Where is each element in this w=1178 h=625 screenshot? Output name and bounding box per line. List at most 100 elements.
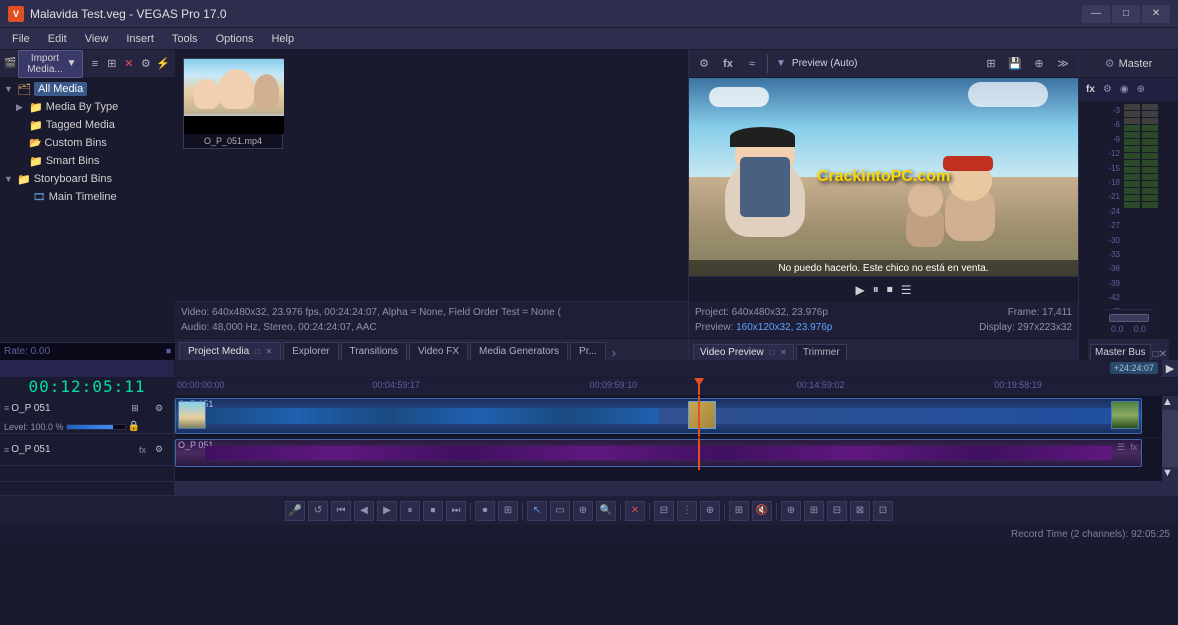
track1-fx-btn[interactable]: ⊞ <box>124 397 146 419</box>
audio-clip-main[interactable]: O_P 051 fx ☰ <box>175 439 1142 467</box>
menu-help[interactable]: Help <box>263 31 302 47</box>
mute-btn[interactable]: 🔇 <box>752 501 772 521</box>
menu-options[interactable]: Options <box>208 31 262 47</box>
media-thumbnail[interactable]: O_P_051.mp4 <box>183 58 283 149</box>
preview-snap-btn[interactable]: ⊞ <box>980 53 1002 75</box>
video-clip-main[interactable]: O_P 051 <box>175 398 1142 434</box>
h-scroll-track[interactable] <box>175 482 1178 495</box>
menu-tools[interactable]: Tools <box>164 31 206 47</box>
mixer-gear-icon[interactable]: ⚙ <box>1100 83 1115 96</box>
tab-explorer[interactable]: Explorer <box>283 342 338 360</box>
tab-more[interactable]: Pr... <box>570 342 606 360</box>
tab-media-generators[interactable]: Media Generators <box>470 342 568 360</box>
tree-item-all-media[interactable]: ▼ 🗂 All Media <box>0 80 175 98</box>
ripple-btn[interactable]: ⋮ <box>677 501 697 521</box>
preview-eq-btn[interactable]: ≈ <box>741 53 763 75</box>
level-bar[interactable] <box>66 424 126 430</box>
master-bus-tab[interactable]: Master Bus <box>1090 344 1151 360</box>
tree-item-main-timeline[interactable]: 🎞 Main Timeline <box>0 188 175 206</box>
tb-icon2[interactable]: ⊞ <box>104 53 119 75</box>
select-btn[interactable]: ▭ <box>550 501 570 521</box>
tab-close-icon[interactable]: □ <box>255 347 260 356</box>
tree-item-media-by-type[interactable]: ▶ 📁 Media By Type <box>0 98 175 116</box>
snap-btn[interactable]: ⊟ <box>654 501 674 521</box>
tab-project-media[interactable]: Project Media □ ✕ <box>179 342 281 360</box>
mixer-fx-btn[interactable]: fx <box>1083 83 1098 96</box>
play-btn[interactable]: ▶ <box>377 501 397 521</box>
tab-trimmer[interactable]: Trimmer <box>796 344 847 360</box>
prev-btn[interactable]: ⏮ <box>331 501 351 521</box>
expand-tabs-icon[interactable]: › <box>612 346 616 360</box>
track2-fx-icon[interactable]: fx <box>139 445 146 455</box>
zoom-btn[interactable]: ⊕ <box>573 501 593 521</box>
close-button[interactable]: ✕ <box>1142 5 1170 23</box>
track2-more-btn[interactable]: ⚙ <box>148 439 170 461</box>
record-btn[interactable]: ⏺ <box>475 501 495 521</box>
tb-icon3[interactable]: ✕ <box>121 53 136 75</box>
preview-stop-btn[interactable]: ⏹ <box>887 282 893 297</box>
auto-btn[interactable]: ⊕ <box>700 501 720 521</box>
tab-transitions[interactable]: Transitions <box>341 342 408 360</box>
stop-btn[interactable]: ⏹ <box>423 501 443 521</box>
ext-btn2[interactable]: ⊞ <box>804 501 824 521</box>
preview-pause-btn[interactable]: ⏸ <box>873 282 879 297</box>
tab-video-fx[interactable]: Video FX <box>409 342 468 360</box>
minimize-button[interactable]: — <box>1082 5 1110 23</box>
rewind-btn[interactable]: ◀ <box>354 501 374 521</box>
tree-item-smart-bins[interactable]: 📁 Smart Bins <box>0 152 175 170</box>
ext-btn1[interactable]: ⊕ <box>781 501 801 521</box>
track1-more-btn[interactable]: ⚙ <box>148 397 170 419</box>
preview-settings-btn[interactable]: ⚙ <box>693 53 715 75</box>
cursor-btn[interactable]: ↖ <box>527 501 547 521</box>
ext-btn4[interactable]: ⊠ <box>850 501 870 521</box>
tb-icon1[interactable]: ≡ <box>87 53 102 75</box>
ext-btn5[interactable]: ⊡ <box>873 501 893 521</box>
timeline-scroll-right[interactable]: ▶ <box>1162 360 1178 377</box>
zoom-in-btn[interactable]: 🔍 <box>596 501 616 521</box>
preview-fx-btn[interactable]: fx <box>717 53 739 75</box>
scroll-thumb[interactable] <box>1162 410 1178 467</box>
preview-more-btn[interactable]: ≫ <box>1052 53 1074 75</box>
tab-close-mixer[interactable]: ✕ <box>1159 349 1167 360</box>
next-btn[interactable]: ⏭ <box>446 501 466 521</box>
mixer-circle-icon[interactable]: ◉ <box>1117 83 1132 96</box>
mixer-settings-icon[interactable]: ⚙ <box>1105 57 1115 70</box>
track1-lock-icon[interactable]: 🔒 <box>128 421 140 432</box>
track2-expand[interactable]: ≡ <box>4 445 9 455</box>
mic-btn[interactable]: 🎤 <box>285 501 305 521</box>
preview-toolbar3-btn[interactable]: ⊕ <box>1028 53 1050 75</box>
delete-btn[interactable]: ✕ <box>625 501 645 521</box>
audio-track-fx[interactable]: fx <box>1130 442 1137 452</box>
tab-x-icon[interactable]: ✕ <box>266 347 273 356</box>
right-channel-meter <box>1142 104 1158 208</box>
menu-view[interactable]: View <box>77 31 117 47</box>
tab-video-preview[interactable]: Video Preview □ ✕ <box>693 344 794 360</box>
track1-expand[interactable]: ≡ <box>4 403 9 413</box>
custom-bins-folder-icon: 📂 <box>29 138 41 149</box>
pause-btn[interactable]: ⏸ <box>400 501 420 521</box>
preview-play-btn[interactable]: ▶ <box>855 283 864 297</box>
tree-item-custom-bins[interactable]: 📂 Custom Bins <box>0 134 175 152</box>
maximize-button[interactable]: □ <box>1112 5 1140 23</box>
preview-tab-close[interactable]: ✕ <box>780 348 787 357</box>
preview-menu-btn[interactable]: ☰ <box>901 283 912 297</box>
menu-file[interactable]: File <box>4 31 38 47</box>
media-info-bar: Video: 640x480x32, 23.976 fps, 00:24:24:… <box>175 301 688 338</box>
tree-item-storyboard-bins[interactable]: ▼ 📁 Storyboard Bins <box>0 170 175 188</box>
loop-btn[interactable]: ↺ <box>308 501 328 521</box>
tb-icon4[interactable]: ⚙ <box>138 53 153 75</box>
scroll-up[interactable]: ▲ <box>1162 396 1178 410</box>
ext-btn3[interactable]: ⊟ <box>827 501 847 521</box>
mixer-power-icon[interactable]: ⊕ <box>1134 83 1148 96</box>
loop-region-btn[interactable]: ⊞ <box>498 501 518 521</box>
tree-item-tagged-media[interactable]: 📁 Tagged Media <box>0 116 175 134</box>
fader-knob[interactable] <box>1109 314 1149 322</box>
import-media-button[interactable]: Import Media... ▼ <box>18 50 83 78</box>
preview-save-btn[interactable]: 💾 <box>1004 53 1026 75</box>
grid-btn[interactable]: ⊞ <box>729 501 749 521</box>
menu-insert[interactable]: Insert <box>118 31 162 47</box>
audio-track-more[interactable]: ☰ <box>1117 442 1125 453</box>
tb-icon5[interactable]: ⚡ <box>155 53 171 75</box>
menu-edit[interactable]: Edit <box>40 31 75 47</box>
scroll-down[interactable]: ▼ <box>1162 467 1178 481</box>
